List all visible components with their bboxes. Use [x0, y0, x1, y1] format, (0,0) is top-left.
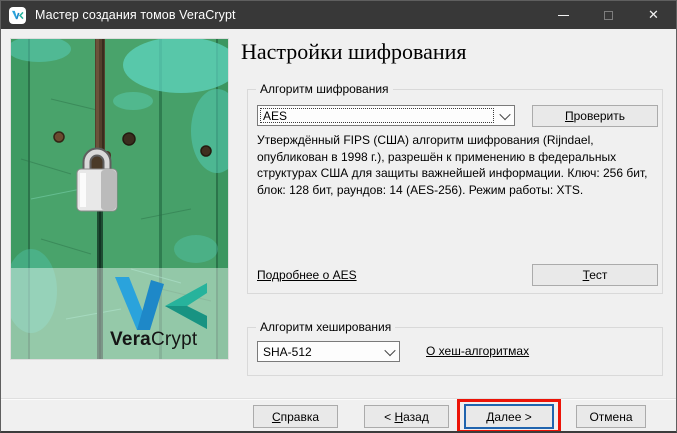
- chevron-down-icon: [380, 348, 399, 356]
- logo-text-crypt: Crypt: [151, 329, 197, 350]
- selected-hash-algorithm: SHA-512: [258, 345, 380, 359]
- more-info-link[interactable]: Подробнее о AES: [257, 268, 357, 282]
- veracrypt-wizard-window: Мастер создания томов VeraCrypt ✕: [0, 0, 677, 433]
- minimize-icon: [558, 15, 569, 16]
- hash-group: Алгоритм хеширования SHA-512 О хеш-алгор…: [247, 327, 663, 376]
- maximize-icon: [604, 11, 613, 20]
- hash-algorithm-select[interactable]: SHA-512: [257, 341, 400, 362]
- back-button[interactable]: < Назад: [364, 405, 449, 428]
- door-photo: VeraCrypt: [11, 39, 228, 359]
- encryption-group-label: Алгоритм шифрования: [256, 82, 393, 96]
- test-button[interactable]: Тест: [532, 264, 658, 286]
- veracrypt-logo-text: VeraCrypt: [110, 329, 197, 351]
- close-button[interactable]: ✕: [631, 1, 676, 29]
- encryption-group: Алгоритм шифрования AES Проверить Утверж…: [247, 89, 663, 294]
- page-title: Настройки шифрования: [241, 39, 467, 65]
- algorithm-description: Утверждённый FIPS (США) алгоритм шифрова…: [257, 132, 659, 198]
- window-title: Мастер создания томов VeraCrypt: [35, 8, 541, 22]
- minimize-button[interactable]: [541, 1, 586, 29]
- door-photo-art: [11, 39, 228, 359]
- titlebar: Мастер создания томов VeraCrypt ✕: [1, 1, 676, 29]
- encryption-algorithm-select[interactable]: AES: [257, 105, 515, 126]
- cancel-button[interactable]: Отмена: [576, 405, 646, 428]
- veracrypt-icon: [9, 7, 26, 24]
- maximize-button: [586, 1, 631, 29]
- hash-info-link[interactable]: О хеш-алгоритмах: [426, 344, 529, 358]
- selected-encryption-algorithm: AES: [258, 109, 495, 123]
- chevron-down-icon: [495, 112, 514, 120]
- next-button[interactable]: Далее >: [464, 404, 554, 429]
- close-icon: ✕: [648, 9, 659, 22]
- help-button[interactable]: Справка: [253, 405, 338, 428]
- hash-group-label: Алгоритм хеширования: [256, 320, 395, 334]
- benchmark-button[interactable]: Проверить: [532, 105, 658, 127]
- logo-text-vera: Vera: [110, 329, 151, 350]
- veracrypt-icon-glyph: [11, 10, 24, 21]
- footer-separator: [1, 398, 676, 400]
